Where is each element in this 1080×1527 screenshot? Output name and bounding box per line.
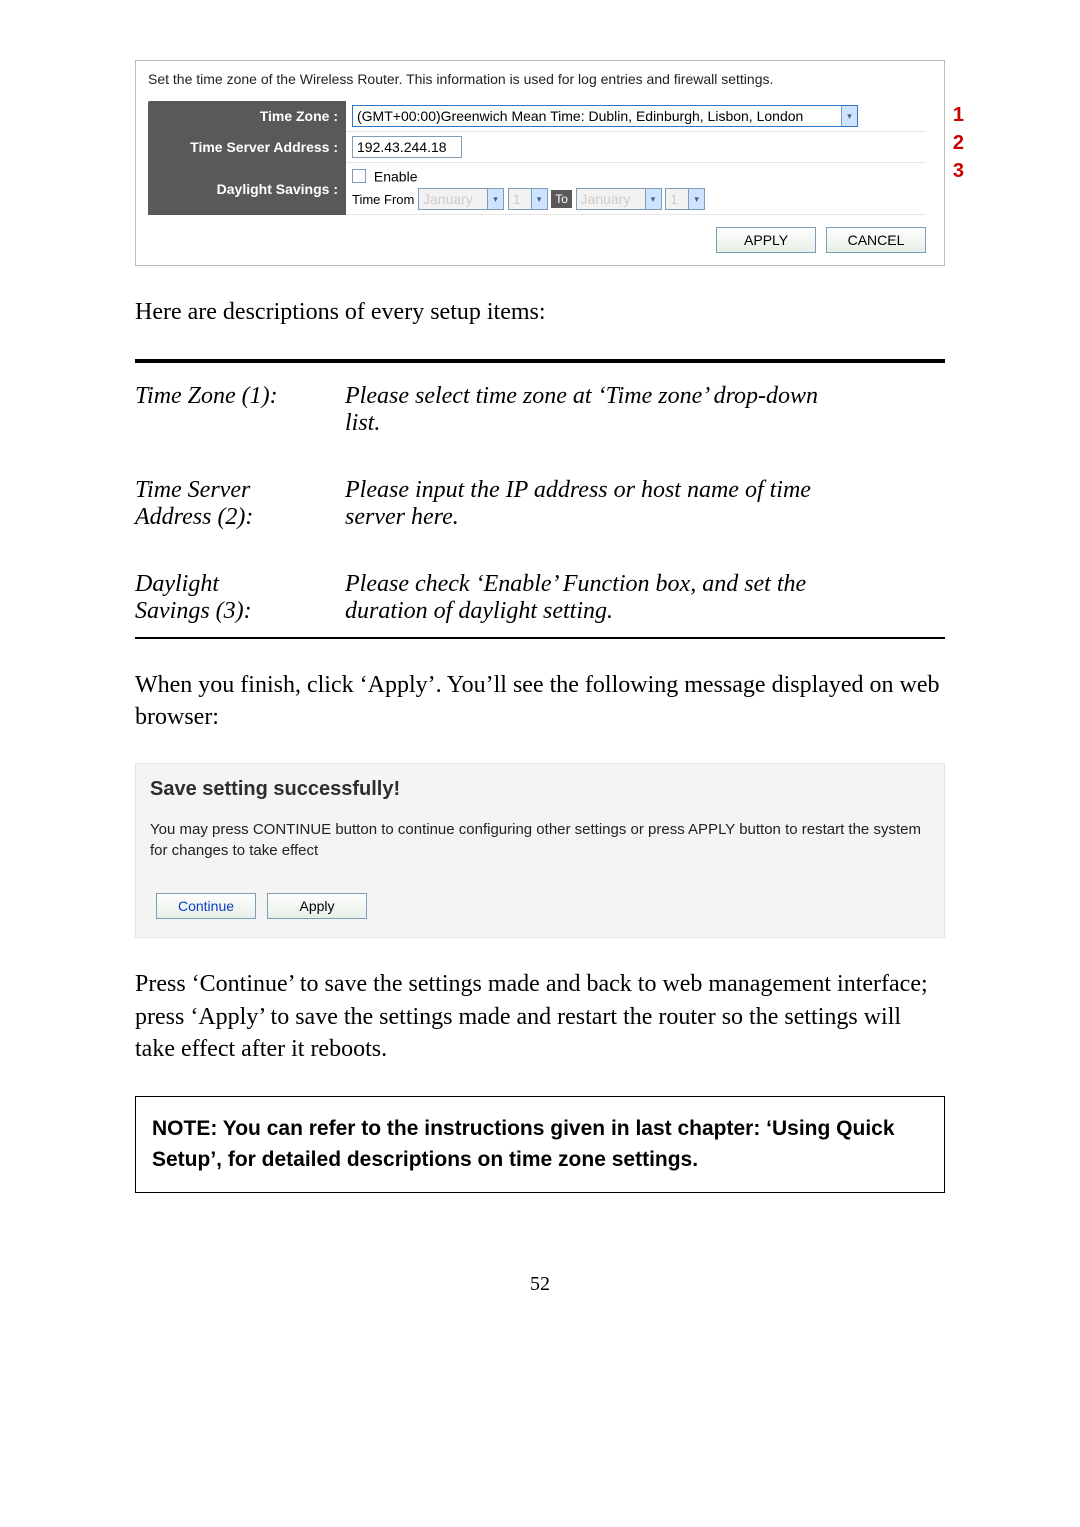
annotation-1: 1 (953, 101, 964, 129)
timezone-select[interactable]: (GMT+00:00)Greenwich Mean Time: Dublin, … (352, 105, 858, 127)
enable-checkbox[interactable] (352, 169, 366, 183)
to-month-select[interactable]: January ▾ (576, 188, 662, 210)
page-number: 52 (135, 1273, 945, 1296)
row-server: Time Server Address : 192.43.244.18 (148, 132, 926, 163)
definitions-table: Time Zone (1): Please select time zone a… (135, 359, 945, 639)
from-month-select[interactable]: January ▾ (418, 188, 504, 210)
timefrom-label: Time From (352, 192, 414, 207)
press-paragraph: Press ‘Continue’ to save the settings ma… (135, 968, 945, 1065)
chevron-down-icon: ▾ (841, 106, 857, 126)
server-address-input[interactable]: 192.43.244.18 (352, 136, 462, 158)
def-timezone-desc: Please select time zone at ‘Time zone’ d… (345, 383, 945, 437)
def-row-daylight: Daylight Savings (3): Please check ‘Enab… (135, 551, 945, 637)
server-label: Time Server Address : (148, 132, 346, 163)
def-daylight-desc: Please check ‘Enable’ Function box, and … (345, 571, 945, 625)
def-timezone-term: Time Zone (1): (135, 383, 345, 437)
descriptions-heading: Here are descriptions of every setup ite… (135, 296, 945, 328)
save-setting-title: Save setting successfully! (150, 778, 930, 801)
note-box: NOTE: You can refer to the instructions … (135, 1096, 945, 1193)
def-row-server: Time Server Address (2): Please input th… (135, 457, 945, 551)
save-button-row: Continue Apply (150, 893, 930, 919)
server-value-cell: 192.43.244.18 (346, 132, 926, 163)
timezone-select-value: (GMT+00:00)Greenwich Mean Time: Dublin, … (357, 108, 803, 124)
chevron-down-icon: ▾ (688, 189, 704, 209)
timezone-label: Time Zone : (148, 101, 346, 132)
def-daylight-term: Daylight Savings (3): (135, 571, 345, 625)
daylight-label: Daylight Savings : (148, 163, 346, 215)
daylight-value-cell: Enable Time From January ▾ 1 ▾ To Januar… (346, 163, 926, 215)
from-day-select[interactable]: 1 ▾ (508, 188, 548, 210)
row-daylight: Daylight Savings : Enable Time From Janu… (148, 163, 926, 215)
chevron-down-icon: ▾ (531, 189, 547, 209)
finish-paragraph: When you finish, click ‘Apply’. You’ll s… (135, 669, 945, 734)
to-label: To (551, 190, 572, 208)
continue-button[interactable]: Continue (156, 893, 256, 919)
def-server-desc: Please input the IP address or host name… (345, 477, 945, 531)
apply2-button[interactable]: Apply (267, 893, 367, 919)
def-server-term: Time Server Address (2): (135, 477, 345, 531)
annotation-numbers: 1 2 3 (953, 101, 964, 185)
annotation-3: 3 (953, 157, 964, 185)
save-setting-panel: Save setting successfully! You may press… (135, 763, 945, 938)
def-row-timezone: Time Zone (1): Please select time zone a… (135, 363, 945, 457)
chevron-down-icon: ▾ (645, 189, 661, 209)
cancel-button[interactable]: CANCEL (826, 227, 926, 253)
row-timezone: Time Zone : (GMT+00:00)Greenwich Mean Ti… (148, 101, 926, 132)
settings-table: Time Zone : (GMT+00:00)Greenwich Mean Ti… (148, 101, 926, 215)
time-settings-panel: Set the time zone of the Wireless Router… (135, 60, 945, 266)
enable-label: Enable (374, 168, 418, 184)
timezone-value-cell: (GMT+00:00)Greenwich Mean Time: Dublin, … (346, 101, 926, 132)
annotation-2: 2 (953, 129, 964, 157)
chevron-down-icon: ▾ (487, 189, 503, 209)
settings-button-row: APPLY CANCEL (136, 215, 944, 265)
to-day-select[interactable]: 1 ▾ (665, 188, 705, 210)
settings-intro: Set the time zone of the Wireless Router… (136, 61, 944, 101)
save-setting-body: You may press CONTINUE button to continu… (150, 819, 930, 861)
apply-button[interactable]: APPLY (716, 227, 816, 253)
